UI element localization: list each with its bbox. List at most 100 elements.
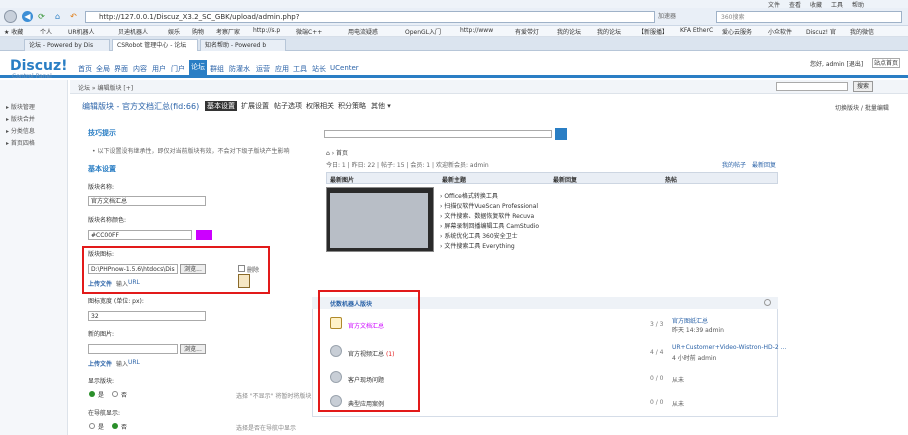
new-image-input[interactable] [88, 344, 178, 354]
site-home-button[interactable]: 站点首页 [872, 58, 900, 68]
show-yes-radio[interactable] [89, 391, 95, 397]
bookmark-item[interactable]: Discuz! 官 [806, 27, 836, 36]
address-bar[interactable]: http://127.0.0.1/Discuz_X3.2_SC_GBK/uplo… [85, 11, 655, 23]
bookmark-item[interactable]: 我的论坛 [557, 27, 581, 36]
show-no-label: 否 [121, 392, 128, 399]
browser-tab[interactable]: 知名帮助 - Powered b [200, 39, 286, 51]
url-link-2[interactable]: URL [128, 359, 140, 366]
refresh-icon[interactable]: ⟳ [36, 11, 47, 22]
nav-home[interactable]: 首页 [78, 64, 92, 74]
browser-tab-active[interactable]: CSRobot 管理中心 - 论坛 [112, 39, 198, 51]
nav-apps[interactable]: 应用 [275, 64, 289, 74]
name-color-input[interactable]: #CC00FF [88, 230, 192, 240]
preview-home-crumb[interactable]: ⌂ › 首页 [326, 148, 348, 157]
bookmark-item[interactable]: 微端C++ [296, 27, 322, 36]
bookmark-item[interactable]: 用电流疑惑 [348, 27, 378, 36]
browse-button-2[interactable]: 浏览... [180, 344, 206, 354]
tab-post-options[interactable]: 帖子选项 [274, 101, 302, 111]
bookmark-item[interactable]: 个人 [40, 27, 52, 36]
tab-permissions[interactable]: 权限相关 [306, 101, 334, 111]
bookmark-item[interactable]: 爱心云服务 [722, 27, 752, 36]
nav-no-radio[interactable] [112, 423, 118, 429]
bookmark-item[interactable]: 贝迪机器人 [118, 27, 148, 36]
tab-extended[interactable]: 扩展设置 [241, 101, 269, 111]
nav-forum[interactable]: 论坛 [189, 60, 207, 76]
tab-credits[interactable]: 积分策略 [338, 101, 366, 111]
thread-item[interactable]: › 屏幕录制回播编辑工具 CamStudio [440, 221, 539, 230]
nav-yes-radio[interactable] [89, 423, 95, 429]
admin-search-input[interactable] [776, 82, 848, 91]
bookmark-item[interactable]: http://www [460, 27, 493, 34]
bookmark-item[interactable]: ★ 收藏 [4, 27, 23, 36]
browser-tabs: 论坛 - Powered by Dis CSRobot 管理中心 - 论坛 知名… [0, 37, 908, 51]
forum-last-post-meta: 4 小时前 admin [672, 355, 717, 362]
forum-last-post[interactable]: 官方图纸汇总 [672, 316, 708, 325]
bookmark-item[interactable]: KFA EtherC [680, 27, 713, 34]
preview-search-input[interactable] [324, 130, 552, 138]
nav-yes-label: 是 [98, 424, 105, 431]
browser-tab[interactable]: 论坛 - Powered by Dis [24, 39, 110, 51]
preview-stats: 今日: 1 | 昨日: 22 | 帖子: 15 | 会员: 1 | 欢迎新会员:… [326, 162, 489, 169]
nav-content[interactable]: 内容 [133, 64, 147, 74]
breadcrumb[interactable]: 论坛 » 编辑版块 [+] [78, 83, 133, 92]
bookmark-item[interactable]: 考察厂家 [216, 27, 240, 36]
tab-basic[interactable]: 基本设置 [205, 101, 237, 111]
nav-antispam[interactable]: 防灌水 [229, 64, 250, 74]
sidebar-item-home-grid[interactable]: ▸ 首页四格 [6, 138, 35, 147]
forum-last-post: 从未 [672, 401, 685, 408]
nav-group[interactable]: 群组 [210, 64, 224, 74]
bookmark-item[interactable]: 购物 [192, 27, 204, 36]
sidebar-item-forum-merge[interactable]: ▸ 版块合并 [6, 114, 35, 123]
input-link-2[interactable]: 输入 [116, 359, 128, 368]
preview-latest-replies[interactable]: 最新回复 [752, 160, 776, 169]
col-hot-posts: 热帖 [665, 177, 678, 184]
browser-search-input[interactable]: 360搜索 [716, 11, 902, 23]
switch-forum-link[interactable]: 切换版块 / 批量编辑 [835, 103, 889, 112]
upload-file-link-2[interactable]: 上传文件 [88, 359, 112, 368]
bookmarks-bar: ★ 收藏 个人 UR机器人 贝迪机器人 娱乐 购物 考察厂家 http://s.… [0, 26, 908, 37]
user-info[interactable]: 您好, admin [退出] [810, 59, 863, 68]
preview-my-posts[interactable]: 我的帖子 [722, 160, 746, 169]
forum-last-post: 从未 [672, 377, 685, 384]
accelerator-label[interactable]: 加速器 [658, 11, 676, 20]
nav-admin[interactable]: 站长 [312, 64, 326, 74]
sidebar-item-forum-manage[interactable]: ▸ 版块管理 [6, 102, 35, 111]
bookmark-item[interactable]: OpenGL入门 [405, 27, 441, 36]
nav-ucenter[interactable]: UCenter [330, 64, 359, 72]
nav-global[interactable]: 全局 [96, 64, 110, 74]
nav-tools[interactable]: 工具 [293, 64, 307, 74]
nav-operation[interactable]: 运营 [256, 64, 270, 74]
forum-last-post[interactable]: UR+Customer+Video-Wistron-HD-2 ... [672, 344, 786, 351]
bookmark-item[interactable]: 有爱带灯 [515, 27, 539, 36]
avatar[interactable] [4, 10, 17, 23]
tab-other[interactable]: 其他 ▾ [371, 101, 391, 111]
color-swatch[interactable] [196, 230, 212, 240]
thread-item[interactable]: › 文件搜索工具 Everything [440, 241, 515, 250]
thread-item[interactable]: › 扫描仪软件VueScan Professional [440, 201, 538, 210]
nav-user[interactable]: 用户 [152, 64, 166, 74]
nav-no-label: 否 [121, 424, 128, 431]
bookmark-item[interactable]: 我的微信 [850, 27, 874, 36]
bookmark-item[interactable]: 【新服播】 [638, 27, 668, 36]
home-icon[interactable]: ⌂ [52, 11, 63, 22]
preview-search-icon[interactable] [555, 128, 567, 140]
thread-item[interactable]: › 文件搜索、数据恢复软件 Recuva [440, 211, 534, 220]
bookmark-item[interactable]: http://s.p [253, 27, 280, 34]
forum-name-input[interactable]: 官方文档汇总 [88, 196, 206, 206]
nav-portal[interactable]: 门户 [171, 64, 185, 74]
bookmark-item[interactable]: UR机器人 [68, 27, 95, 36]
icon-width-input[interactable]: 32 [88, 311, 206, 321]
admin-search-button[interactable]: 搜索 [853, 81, 873, 92]
bookmark-item[interactable]: 娱乐 [168, 27, 180, 36]
thread-item[interactable]: › 系统优化工具 360安全卫士 [440, 231, 518, 240]
collapse-icon[interactable] [764, 299, 771, 306]
back-icon[interactable]: ◀ [22, 11, 33, 22]
thread-item[interactable]: › Office格式转换工具 [440, 191, 498, 200]
bookmark-item[interactable]: 我的论坛 [597, 27, 621, 36]
undo-icon[interactable]: ↶ [68, 11, 79, 22]
show-no-radio[interactable] [112, 391, 118, 397]
sidebar-item-sort-info[interactable]: ▸ 分类信息 [6, 126, 35, 135]
latest-image-thumbnail[interactable] [326, 187, 434, 252]
bookmark-item[interactable]: 小众软件 [768, 27, 792, 36]
nav-ui[interactable]: 界面 [114, 64, 128, 74]
